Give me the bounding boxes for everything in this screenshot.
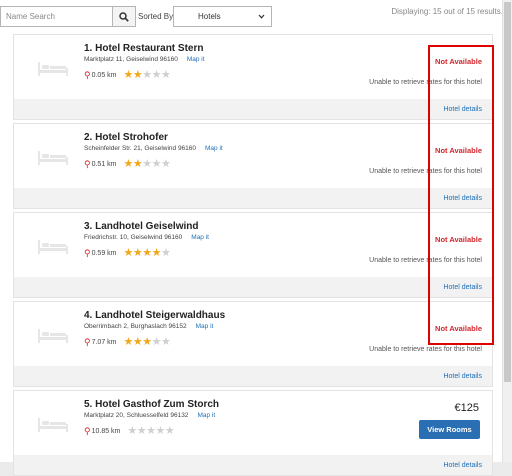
scrollbar-thumb[interactable] xyxy=(504,2,511,382)
results-page: Sorted By: Hotels Displaying: 15 out of … xyxy=(0,0,503,476)
star-filled-icon: ★ xyxy=(142,335,152,348)
star-empty-icon: ★ xyxy=(151,335,162,348)
chevron-down-icon xyxy=(258,14,265,19)
hotel-card: 5. Hotel Gasthof Zum Storch Marktplatz 2… xyxy=(13,390,493,476)
hotel-address: Oberrimbach 2, Burghaslach 96152 Map it xyxy=(84,323,213,330)
bed-icon xyxy=(38,151,68,165)
hotel-address: Marktplatz 11, Geiselwind 96160 Map it xyxy=(84,56,205,63)
hotel-address: Marktplatz 20, Schluesselfeld 96132 Map i… xyxy=(84,412,215,419)
star-filled-icon: ★ xyxy=(123,246,134,259)
location-pin-icon: ⚲ xyxy=(84,336,91,347)
star-empty-icon: ★ xyxy=(161,157,171,170)
star-rating: ★★★★★ xyxy=(123,246,171,259)
star-empty-icon: ★ xyxy=(151,68,162,81)
hotel-name[interactable]: 1. Hotel Restaurant Stern xyxy=(84,43,203,54)
distance-rating-row: ⚲ 7.07 km ★★★★★ xyxy=(84,335,171,348)
scrollbar[interactable] xyxy=(502,0,512,462)
sort-select-value: Hotels xyxy=(198,12,221,21)
bed-icon xyxy=(38,240,68,254)
star-empty-icon: ★ xyxy=(142,68,152,81)
star-filled-icon: ★ xyxy=(132,335,143,348)
map-it-link[interactable]: Map it xyxy=(205,145,223,152)
address-text: Friedrichstr. 10, Geiselwind 96160 xyxy=(84,234,183,241)
hotel-card: 3. Landhotel Geiselwind Friedrichstr. 10… xyxy=(13,212,493,298)
star-filled-icon: ★ xyxy=(151,246,162,259)
map-it-link[interactable]: Map it xyxy=(187,56,205,63)
star-filled-icon: ★ xyxy=(132,246,143,259)
toolbar: Sorted By: Hotels Displaying: 15 out of … xyxy=(0,0,503,30)
star-filled-icon: ★ xyxy=(123,335,134,348)
location-pin-icon: ⚲ xyxy=(84,425,91,436)
highlight-box xyxy=(428,45,494,345)
address-text: Oberrimbach 2, Burghaslach 96152 xyxy=(84,323,187,330)
card-footer xyxy=(14,277,492,297)
map-it-link[interactable]: Map it xyxy=(197,412,215,419)
star-empty-icon: ★ xyxy=(136,424,147,437)
sort-select[interactable]: Hotels xyxy=(173,6,272,27)
card-footer xyxy=(14,99,492,119)
distance: 0.59 km xyxy=(91,249,117,257)
star-rating: ★★★★★ xyxy=(123,335,171,348)
map-it-link[interactable]: Map it xyxy=(196,323,214,330)
hotel-details-link[interactable]: Hotel details xyxy=(443,373,482,380)
star-rating: ★★★★★ xyxy=(127,424,175,437)
location-pin-icon: ⚲ xyxy=(84,158,91,169)
star-rating: ★★★★★ xyxy=(123,157,171,170)
star-filled-icon: ★ xyxy=(142,246,152,259)
star-empty-icon: ★ xyxy=(127,424,137,437)
hotel-name[interactable]: 2. Hotel Strohofer xyxy=(84,132,168,143)
location-pin-icon: ⚲ xyxy=(84,69,91,80)
star-empty-icon: ★ xyxy=(155,424,166,437)
star-empty-icon: ★ xyxy=(142,157,152,170)
distance-rating-row: ⚲ 0.59 km ★★★★★ xyxy=(84,246,171,259)
search-button[interactable] xyxy=(112,6,136,27)
hotel-card: 4. Landhotel Steigerwaldhaus Oberrimbach… xyxy=(13,301,493,387)
hotel-address: Friedrichstr. 10, Geiselwind 96160 Map it xyxy=(84,234,209,241)
hotel-details-link[interactable]: Hotel details xyxy=(443,462,482,469)
price: €125 xyxy=(454,402,479,414)
card-footer xyxy=(14,366,492,386)
distance: 7.07 km xyxy=(91,338,117,346)
card-footer xyxy=(14,455,492,475)
hotel-card: 1. Hotel Restaurant Stern Marktplatz 11,… xyxy=(13,34,493,120)
star-empty-icon: ★ xyxy=(161,246,171,259)
star-empty-icon: ★ xyxy=(164,424,175,437)
star-rating: ★★★★★ xyxy=(123,68,171,81)
distance-rating-row: ⚲ 10.85 km ★★★★★ xyxy=(84,424,175,437)
hotel-name[interactable]: 3. Landhotel Geiselwind xyxy=(84,221,198,232)
card-footer xyxy=(14,188,492,208)
map-it-link[interactable]: Map it xyxy=(191,234,209,241)
view-rooms-button[interactable]: View Rooms xyxy=(419,420,480,439)
star-empty-icon: ★ xyxy=(161,68,171,81)
star-filled-icon: ★ xyxy=(123,68,134,81)
address-text: Marktplatz 11, Geiselwind 96160 xyxy=(84,56,178,63)
hotel-address: Scheinfelder Str. 21, Geiselwind 96160 Ma… xyxy=(84,145,223,152)
search-input[interactable] xyxy=(0,6,112,27)
star-empty-icon: ★ xyxy=(146,424,156,437)
distance-rating-row: ⚲ 0.05 km ★★★★★ xyxy=(84,68,171,81)
distance: 0.05 km xyxy=(91,71,117,79)
sorted-by-label: Sorted By: xyxy=(138,12,176,21)
distance: 0.51 km xyxy=(91,160,117,168)
distance: 10.85 km xyxy=(91,427,121,435)
results-count: Displaying: 15 out of 15 results. xyxy=(391,7,503,16)
address-text: Scheinfelder Str. 21, Geiselwind 96160 xyxy=(84,145,197,152)
star-empty-icon: ★ xyxy=(151,157,162,170)
star-empty-icon: ★ xyxy=(161,335,171,348)
star-filled-icon: ★ xyxy=(123,157,134,170)
distance-rating-row: ⚲ 0.51 km ★★★★★ xyxy=(84,157,171,170)
star-filled-icon: ★ xyxy=(132,157,143,170)
bed-icon xyxy=(38,418,68,432)
address-text: Marktplatz 20, Schluesselfeld 96132 xyxy=(84,412,189,419)
bed-icon xyxy=(38,62,68,76)
star-filled-icon: ★ xyxy=(132,68,143,81)
hotel-card: 2. Hotel Strohofer Scheinfelder Str. 21,… xyxy=(13,123,493,209)
hotel-name[interactable]: 5. Hotel Gasthof Zum Storch xyxy=(84,399,219,410)
location-pin-icon: ⚲ xyxy=(84,247,91,258)
rates-message: Unable to retrieve rates for this hotel xyxy=(369,346,482,353)
search-icon xyxy=(119,11,129,22)
bed-icon xyxy=(38,329,68,343)
hotel-name[interactable]: 4. Landhotel Steigerwaldhaus xyxy=(84,310,225,321)
